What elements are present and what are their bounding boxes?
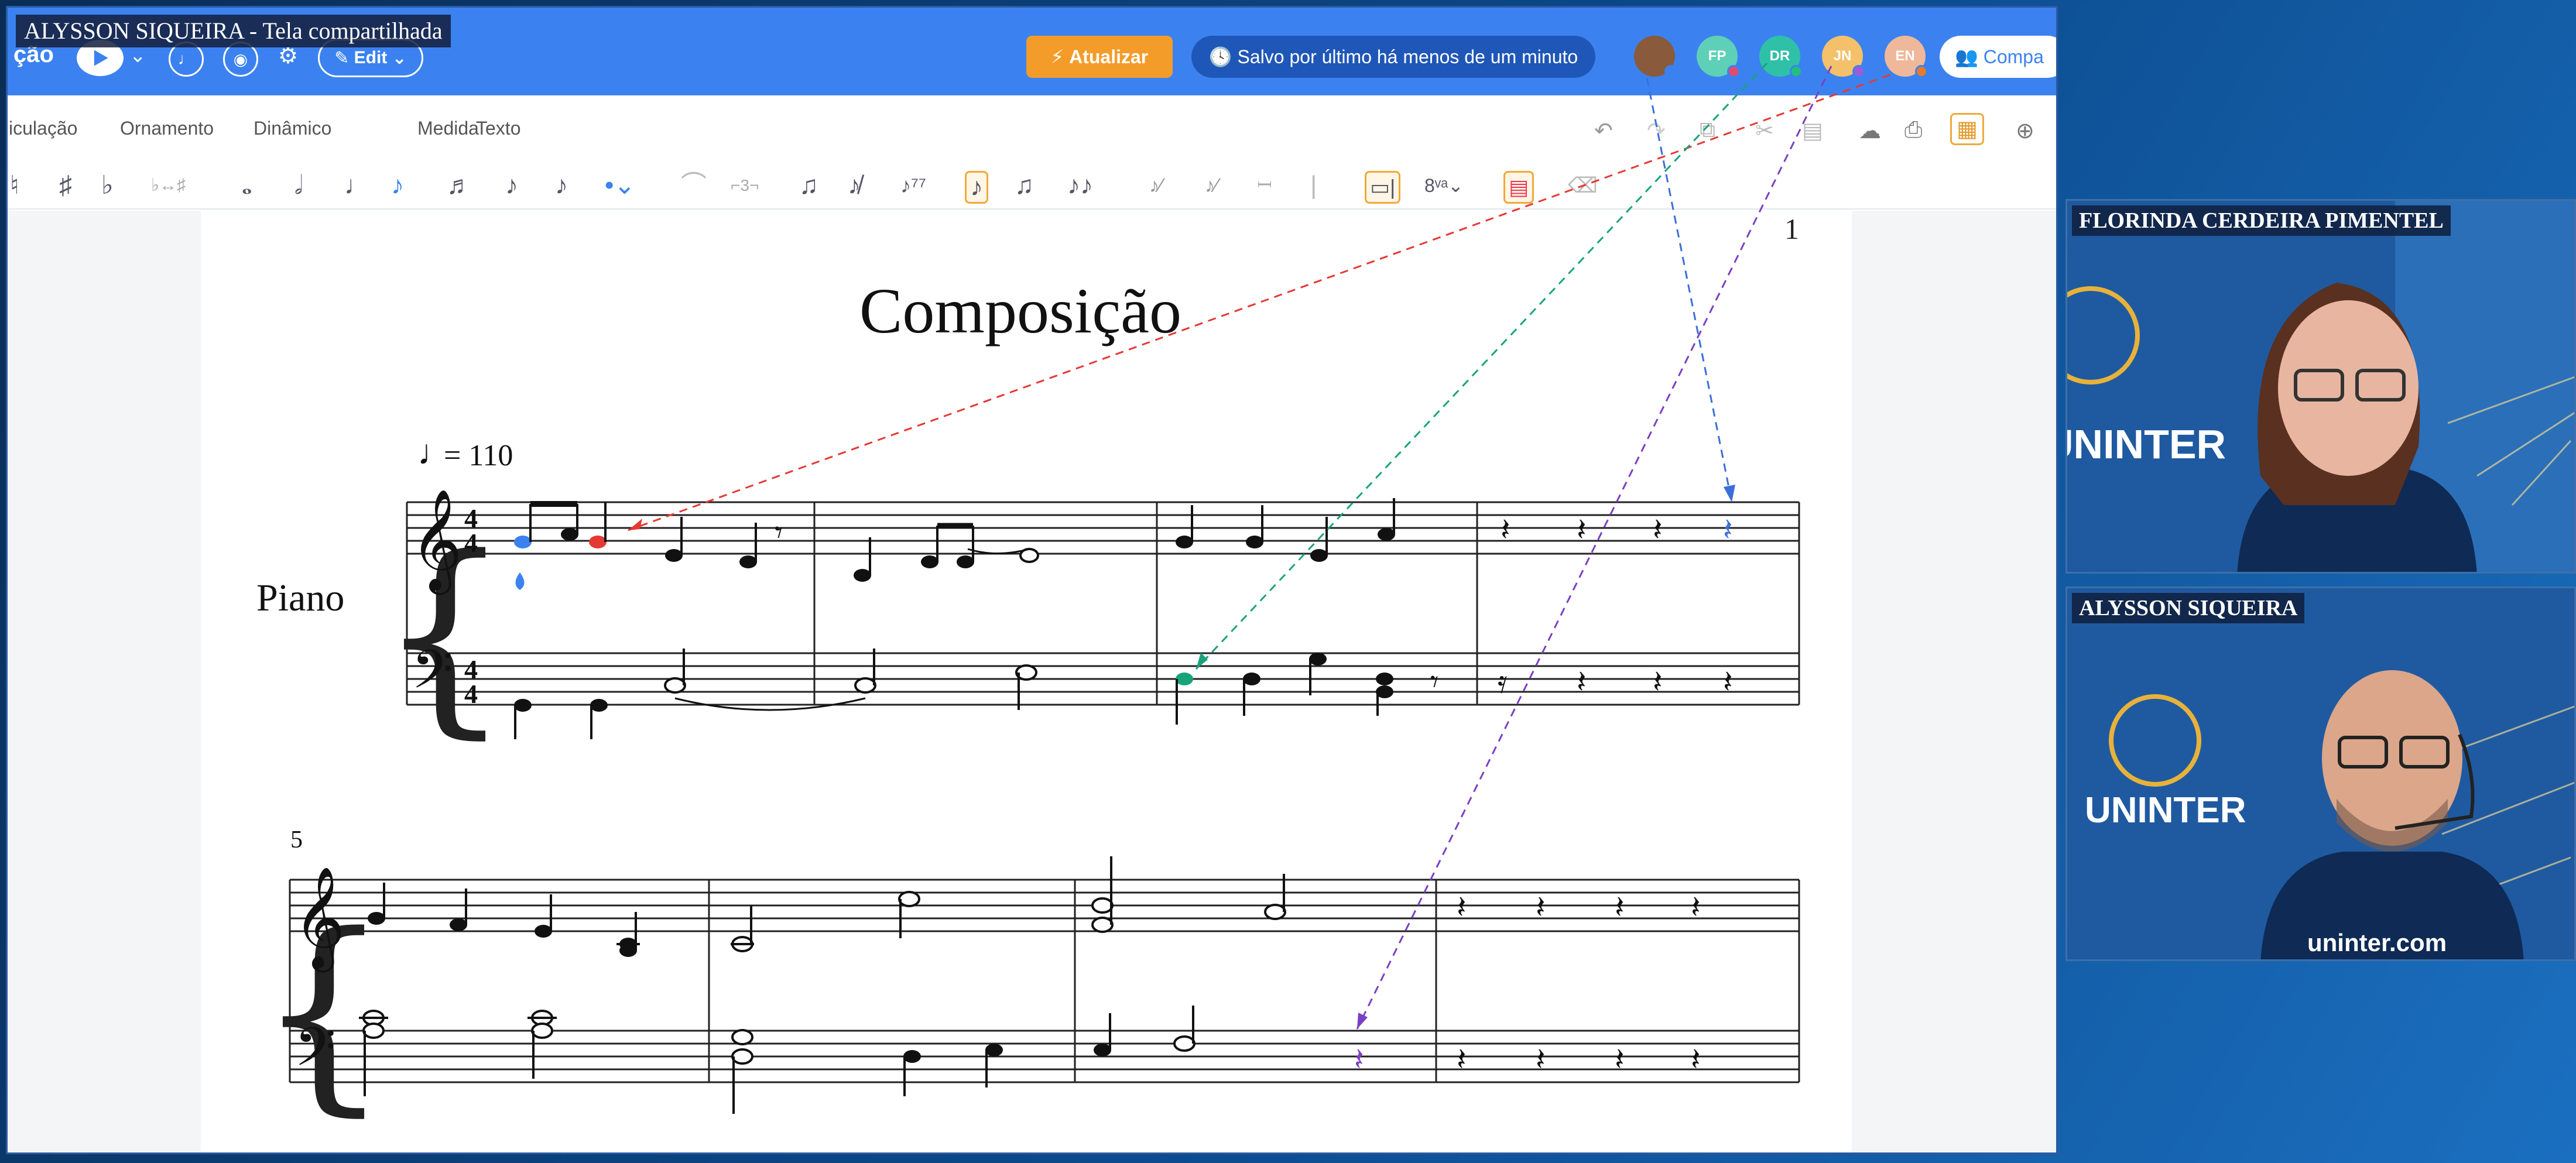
svg-text:𝄽: 𝄽: [1691, 888, 1701, 925]
cursor-arrow-icon: [1724, 485, 1735, 502]
svg-text:𝄽: 𝄽: [1577, 511, 1587, 548]
rests-system-2: 𝄽 𝄽 𝄽 𝄽 𝄽 𝄽 𝄽 𝄽 𝄽: [1354, 888, 1701, 1078]
svg-text:𝄽: 𝄽: [1501, 511, 1510, 548]
participant-video[interactable]: FLORINDA CERDEIRA PIMENTEL UNINTER: [2065, 199, 2576, 574]
share-label: ALYSSON SIQUEIRA - Tela compartilhada: [16, 15, 451, 47]
participant-name: ALYSSON SIQUEIRA: [2072, 593, 2305, 623]
svg-text:𝄽: 𝄽: [1354, 1041, 1364, 1078]
treble-clef-icon: 𝄞: [293, 866, 345, 973]
svg-text:𝄽: 𝄽: [1457, 1041, 1467, 1078]
score-title: Composição: [859, 275, 1181, 347]
measure-number: 5: [290, 826, 303, 853]
logo-text: UNINTER: [2085, 790, 2246, 831]
svg-text:𝄾: 𝄾: [775, 514, 783, 551]
participant-video[interactable]: ALYSSON SIQUEIRA UNINTER uninter.com: [2065, 586, 2576, 961]
video-feed: UNINTER uninter.com: [2067, 588, 2574, 959]
cursor-line-blue: [1646, 77, 1733, 503]
staff-system-1: [406, 501, 1800, 706]
svg-text:𝄽: 𝄽: [1723, 663, 1733, 700]
video-feed: UNINTER: [2067, 201, 2574, 572]
cursor-line-purple: [1356, 66, 1832, 1030]
svg-text:𝄿: 𝄿: [1498, 663, 1508, 700]
treble-clef-icon: 𝄞: [410, 489, 463, 595]
bass-clef-icon: 𝄢: [294, 1016, 336, 1091]
notes-system-1: [514, 498, 1395, 739]
svg-text:𝄽: 𝄽: [1653, 663, 1663, 700]
shared-screen: ALYSSON SIQUEIRA - Tela compartilhada çã…: [6, 6, 2058, 1154]
svg-text:𝄽: 𝄽: [1691, 1041, 1701, 1078]
cursor-arrow-icon: [1357, 1013, 1368, 1029]
bass-clef-icon: 𝄢: [412, 639, 453, 713]
notes-system-2: [359, 856, 1286, 1114]
instrument-name: Piano: [256, 577, 344, 619]
score-svg: 1 Composição ♩ = 110 Piano 5 { 𝄞 𝄢 4 4 4…: [256, 62, 1890, 1134]
svg-text:𝄾: 𝄾: [1430, 663, 1438, 700]
svg-text:𝄽: 𝄽: [1615, 1041, 1625, 1078]
participant-name: FLORINDA CERDEIRA PIMENTEL: [2072, 205, 2451, 236]
svg-text:𝄽: 𝄽: [1723, 511, 1733, 548]
cursor-line-red: [628, 74, 1890, 531]
svg-text:𝄽: 𝄽: [1457, 888, 1467, 925]
page-number: 1: [1784, 212, 1799, 245]
pitch-cursor-icon: [515, 572, 525, 590]
svg-text:𝄽: 𝄽: [1653, 511, 1663, 548]
staff-system-2: [289, 879, 1800, 1083]
tempo-marking: = 110: [444, 439, 513, 472]
shirt-text: uninter.com: [2307, 929, 2447, 956]
svg-text:𝄽: 𝄽: [1536, 1041, 1546, 1078]
person-face: [2278, 300, 2419, 476]
logo-text: UNINTER: [2067, 421, 2226, 467]
cursor-line-green: [1195, 62, 1768, 670]
svg-text:𝄽: 𝄽: [1536, 888, 1546, 925]
time-signature: 4: [464, 679, 478, 709]
svg-text:𝄽: 𝄽: [1615, 888, 1625, 925]
time-signature: 4: [464, 528, 478, 558]
svg-text:𝄽: 𝄽: [1577, 663, 1587, 700]
